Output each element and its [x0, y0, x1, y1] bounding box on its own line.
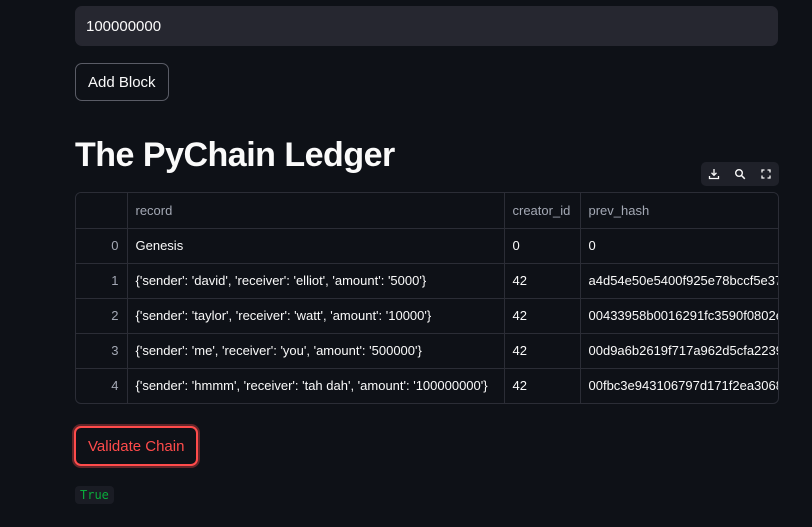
prev-hash-cell[interactable]: 0 — [580, 228, 778, 264]
column-header-creator-id[interactable]: creator_id — [504, 193, 581, 229]
record-cell[interactable]: {'sender': 'david', 'receiver': 'elliot'… — [127, 263, 505, 299]
creator-id-cell[interactable]: 42 — [504, 298, 581, 334]
table-header-row: record creator_id prev_hash — [76, 193, 778, 229]
ledger-table[interactable]: record creator_id prev_hash 0 Genesis 0 … — [75, 192, 779, 404]
dataframe-toolbar — [701, 162, 779, 186]
column-header-record[interactable]: record — [127, 193, 505, 229]
amount-input-value: 100000000 — [86, 17, 162, 35]
creator-id-cell[interactable]: 42 — [504, 263, 581, 299]
table-row: 4 {'sender': 'hmmm', 'receiver': 'tah da… — [76, 368, 778, 403]
column-header-index[interactable] — [76, 193, 128, 229]
creator-id-cell[interactable]: 0 — [504, 228, 581, 264]
search-icon[interactable] — [732, 166, 748, 182]
prev-hash-cell[interactable]: 00fbc3e943106797d171f2ea3068 — [580, 368, 778, 403]
record-cell[interactable]: Genesis — [127, 228, 505, 264]
record-cell[interactable]: {'sender': 'hmmm', 'receiver': 'tah dah'… — [127, 368, 505, 403]
prev-hash-cell[interactable]: 00d9a6b2619f717a962d5cfa2239 — [580, 333, 778, 369]
prev-hash-cell[interactable]: 00433958b0016291fc3590f0802e2 — [580, 298, 778, 334]
add-block-button[interactable]: Add Block — [75, 63, 169, 101]
row-index: 0 — [76, 228, 128, 264]
table-row: 1 {'sender': 'david', 'receiver': 'ellio… — [76, 263, 778, 299]
prev-hash-cell[interactable]: a4d54e50e5400f925e78bccf5e37f — [580, 263, 778, 299]
table-row: 2 {'sender': 'taylor', 'receiver': 'watt… — [76, 298, 778, 334]
validate-chain-button[interactable]: Validate Chain — [74, 426, 199, 466]
page-title: The PyChain Ledger — [75, 136, 395, 174]
row-index: 2 — [76, 298, 128, 334]
row-index: 4 — [76, 368, 128, 403]
table-row: 0 Genesis 0 0 — [76, 228, 778, 264]
row-index: 3 — [76, 333, 128, 369]
record-cell[interactable]: {'sender': 'taylor', 'receiver': 'watt',… — [127, 298, 505, 334]
column-header-prev-hash[interactable]: prev_hash — [580, 193, 778, 229]
creator-id-cell[interactable]: 42 — [504, 368, 581, 403]
amount-input[interactable]: 100000000 — [75, 6, 778, 46]
fullscreen-icon[interactable] — [758, 166, 774, 182]
creator-id-cell[interactable]: 42 — [504, 333, 581, 369]
download-icon[interactable] — [706, 166, 722, 182]
app-page: 100000000 Add Block The PyChain Ledger r… — [0, 0, 812, 527]
validation-result: True — [75, 486, 114, 504]
table-row: 3 {'sender': 'me', 'receiver': 'you', 'a… — [76, 333, 778, 369]
row-index: 1 — [76, 263, 128, 299]
record-cell[interactable]: {'sender': 'me', 'receiver': 'you', 'amo… — [127, 333, 505, 369]
